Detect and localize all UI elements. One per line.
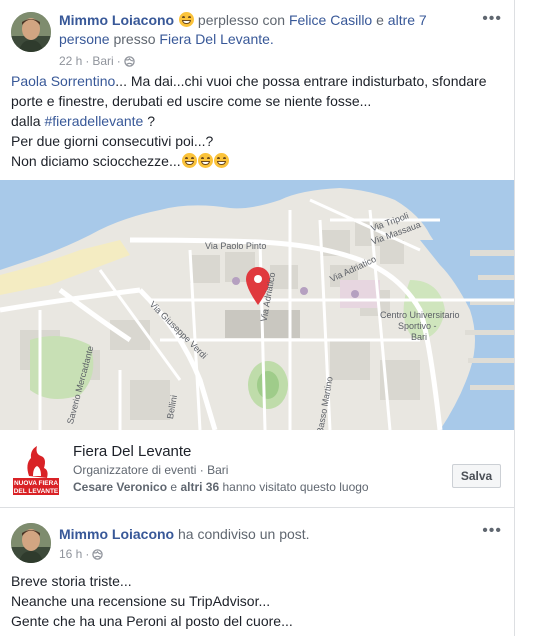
post-header: Mimmo Loiacono perplesso con Felice Casi… (59, 11, 469, 49)
share-action-text: ha condiviso un post. (178, 526, 310, 542)
post-card-2: Mimmo Loiacono ha condiviso un post. 16 … (0, 508, 515, 636)
visitor-link[interactable]: Cesare Veronico (73, 480, 167, 494)
fiera-logo-icon[interactable]: NUOVA FIERA DEL LEVANTE (11, 440, 61, 496)
author-avatar[interactable] (11, 523, 51, 563)
tagged-friend-link[interactable]: Felice Casillo (289, 12, 372, 28)
author-avatar[interactable] (11, 12, 51, 52)
grin-emoji-icon (197, 153, 213, 168)
map-label: Centro Universitario (380, 310, 460, 320)
hashtag-link[interactable]: #fieradellevante (44, 113, 143, 129)
post-meta: 16 h · (59, 546, 104, 562)
perplexed-emoji-icon (179, 12, 195, 27)
location-map[interactable]: Via Paolo Pinto Via Tripoli Via Massaua … (0, 180, 514, 430)
map-label: Sportivo - (398, 321, 437, 331)
at-text: presso (113, 31, 156, 47)
place-category: Organizzatore di eventi · Bari (73, 463, 229, 477)
post-options-button[interactable]: ••• (482, 10, 502, 28)
feeling-text: perplesso con (197, 12, 286, 28)
post-header: Mimmo Loiacono ha condiviso un post. (59, 525, 469, 544)
post-text: Paola Sorrentino... Ma dai...chi vuoi ch… (11, 73, 487, 169)
author-name[interactable]: Mimmo Loiacono (59, 12, 174, 28)
public-globe-icon (92, 548, 104, 560)
and-text: e (376, 12, 384, 28)
location-link[interactable]: Fiera Del Levante. (159, 31, 273, 47)
public-globe-icon (123, 55, 135, 67)
map-label: Via Paolo Pinto (205, 241, 267, 251)
post-time[interactable]: 22 h (59, 53, 82, 69)
place-visitors: Cesare Veronico e altri 36 hanno visitat… (73, 480, 369, 494)
place-title[interactable]: Fiera Del Levante (73, 443, 191, 460)
visitors-others-link[interactable]: altri 36 (180, 480, 219, 494)
author-name[interactable]: Mimmo Loiacono (59, 526, 174, 542)
save-button[interactable]: Salva (452, 464, 501, 488)
post-options-button[interactable]: ••• (482, 522, 502, 540)
post-card-1: Mimmo Loiacono perplesso con Felice Casi… (0, 0, 515, 508)
logo-text-line2: DEL LEVANTE (14, 488, 59, 495)
mention-link[interactable]: Paola Sorrentino (11, 73, 115, 89)
post-place[interactable]: Bari (92, 53, 113, 69)
post-text: Breve storia triste... Neanche una recen… (11, 573, 293, 629)
grin-emoji-icon (181, 153, 197, 168)
map-label: Bari (411, 332, 428, 342)
grin-emoji-icon (213, 153, 229, 168)
place-card[interactable]: NUOVA FIERA DEL LEVANTE Fiera Del Levant… (0, 430, 514, 507)
post-time[interactable]: 16 h (59, 546, 82, 562)
logo-text-line1: NUOVA FIERA (14, 480, 58, 487)
post-meta: 22 h · Bari · (59, 53, 135, 69)
